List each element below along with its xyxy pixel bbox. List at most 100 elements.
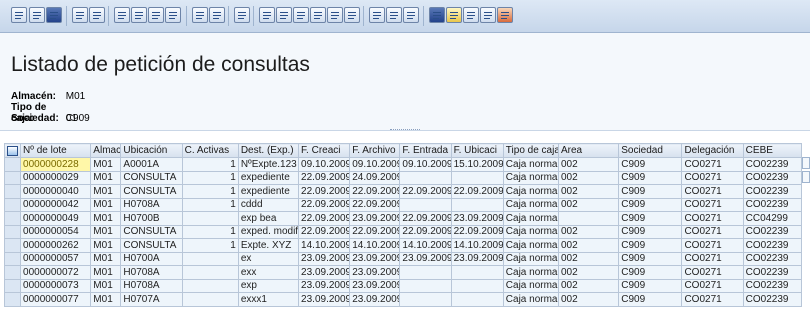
table-cell: 09.10.2009: [298, 157, 351, 172]
table-row[interactable]: 0000000054 M01 CONSULTA 1 exped. modif 22.09.…: [4, 224, 803, 239]
col-header[interactable]: Dest. (Exp.): [237, 143, 300, 158]
col-header[interactable]: Almacén: [90, 143, 122, 158]
col-header[interactable]: F. Entrada: [399, 143, 452, 158]
table-cell[interactable]: 0000000040: [20, 184, 92, 199]
sort-asc-icon[interactable]: [72, 7, 88, 23]
row-selector[interactable]: [4, 278, 22, 293]
table-row[interactable]: 0000000057 M01 H0700A ex 23.09.2009 23.09.200…: [4, 251, 803, 266]
table-cell[interactable]: 0000000049: [20, 211, 92, 226]
col-header[interactable]: F. Ubicaci: [450, 143, 504, 158]
table-row[interactable]: 0000000073 M01 H0708A exp 23.09.2009 23.09.20…: [4, 278, 803, 293]
splitter-handle[interactable]: [390, 129, 420, 133]
local-file-icon[interactable]: [293, 7, 309, 23]
table-row[interactable]: 0000000029 M01 CONSULTA 1 expediente 22.09.20…: [4, 170, 803, 185]
table-cell[interactable]: 0000000072: [20, 265, 92, 280]
abc-analysis-icon[interactable]: [446, 7, 462, 23]
word-icon[interactable]: [327, 7, 343, 23]
row-selector[interactable]: [4, 265, 22, 280]
meta-sociedad: Sociedad: C909: [11, 113, 90, 124]
col-header[interactable]: Delegación: [681, 143, 744, 158]
table-cell: CO0271: [681, 251, 744, 266]
table-cell: [450, 292, 504, 307]
info-icon[interactable]: [429, 7, 445, 23]
table-row[interactable]: 0000000040 M01 CONSULTA 1 expediente 22.09.20…: [4, 184, 803, 199]
col-header[interactable]: CEBE: [742, 143, 803, 158]
export-icon[interactable]: [259, 7, 275, 23]
view-icon[interactable]: [463, 7, 479, 23]
table-row[interactable]: 0000000077 M01 H0707A exxx1 23.09.2009 23.09.…: [4, 292, 803, 307]
table-cell[interactable]: 0000000054: [20, 224, 92, 239]
grid-scroll-controls[interactable]: [802, 157, 810, 187]
subtotal-icon[interactable]: [209, 7, 225, 23]
scroll-up-button[interactable]: [802, 157, 810, 169]
col-header[interactable]: Ubicación: [120, 143, 183, 158]
save-layout-icon[interactable]: [403, 7, 419, 23]
choose-layout-icon[interactable]: [386, 7, 402, 23]
meta-almacen: Almacén: M01: [11, 91, 85, 102]
table-row[interactable]: 0000000042 M01 H0708A 1 cddd 22.09.2009 22.09.…: [4, 197, 803, 212]
details-icon[interactable]: [29, 7, 45, 23]
row-selector[interactable]: [4, 251, 22, 266]
table-cell: 09.10.2009: [349, 157, 401, 172]
filter-delete-icon[interactable]: [148, 7, 164, 23]
col-header[interactable]: F. Creaci: [298, 143, 351, 158]
table-cell: H0700B: [120, 211, 183, 226]
table-cell: CO0271: [681, 224, 744, 239]
table-cell[interactable]: 0000000029: [20, 170, 92, 185]
table-cell: 22.09.2009: [298, 184, 351, 199]
table-cell: C909: [618, 197, 683, 212]
filter-icon[interactable]: [114, 7, 130, 23]
refresh-icon[interactable]: [46, 7, 62, 23]
scroll-down-button[interactable]: [802, 171, 810, 183]
select-all-cell[interactable]: [4, 143, 22, 158]
table-cell[interactable]: 0000000042: [20, 197, 92, 212]
select-layout-icon[interactable]: [11, 7, 27, 23]
table-cell: 1: [181, 224, 239, 239]
table-cell[interactable]: 0000000077: [20, 292, 92, 307]
filter-set-icon[interactable]: [131, 7, 147, 23]
col-header[interactable]: C. Activas: [181, 143, 239, 158]
table-cell: CO02239: [742, 251, 803, 266]
row-selector[interactable]: [4, 211, 22, 226]
spreadsheet-icon[interactable]: [310, 7, 326, 23]
tools-icon[interactable]: [497, 7, 513, 23]
table-row[interactable]: 0000000228 M01 A0001A 1 NºExpte.123 09.10.200…: [4, 157, 803, 172]
table-row[interactable]: 0000000262 M01 CONSULTA 1 Expte. XYZ 14.10.20…: [4, 238, 803, 253]
col-header[interactable]: Tipo de caja: [502, 143, 560, 158]
sort-desc-icon[interactable]: [89, 7, 105, 23]
table-cell: [450, 278, 504, 293]
col-header[interactable]: Sociedad: [618, 143, 683, 158]
row-selector[interactable]: [4, 238, 22, 253]
link-icon[interactable]: [480, 7, 496, 23]
table-cell[interactable]: 0000000262: [20, 238, 92, 253]
row-selector[interactable]: [4, 224, 22, 239]
col-header[interactable]: Area: [557, 143, 620, 158]
sum-icon[interactable]: [192, 7, 208, 23]
row-selector[interactable]: [4, 157, 22, 172]
table-cell: exxx1: [237, 292, 300, 307]
row-selector[interactable]: [4, 197, 22, 212]
graphic-icon[interactable]: [344, 7, 360, 23]
mail-icon[interactable]: [276, 7, 292, 23]
table-cell: H0708A: [120, 197, 183, 212]
print-preview-icon[interactable]: [234, 7, 250, 23]
row-selector[interactable]: [4, 170, 22, 185]
col-header[interactable]: Nº de lote: [20, 143, 92, 158]
table-cell: [181, 265, 239, 280]
table-cell[interactable]: 0000000228: [20, 157, 92, 172]
table-cell[interactable]: 0000000073: [20, 278, 92, 293]
find-icon[interactable]: [165, 7, 181, 23]
table-row[interactable]: 0000000072 M01 H0708A exx 23.09.2009 23.09.20…: [4, 265, 803, 280]
row-selector[interactable]: [4, 292, 22, 307]
col-header[interactable]: F. Archivo: [349, 143, 401, 158]
table-cell: [399, 197, 452, 212]
table-row[interactable]: 0000000049 M01 H0700B exp bea 22.09.2009 23.0…: [4, 211, 803, 226]
row-selector[interactable]: [4, 184, 22, 199]
select-all-icon[interactable]: [7, 145, 19, 156]
table-cell: [181, 251, 239, 266]
table-cell: Caja normal: [502, 224, 560, 239]
table-cell: 1: [181, 238, 239, 253]
table-cell: [450, 170, 504, 185]
change-layout-icon[interactable]: [369, 7, 385, 23]
table-cell[interactable]: 0000000057: [20, 251, 92, 266]
